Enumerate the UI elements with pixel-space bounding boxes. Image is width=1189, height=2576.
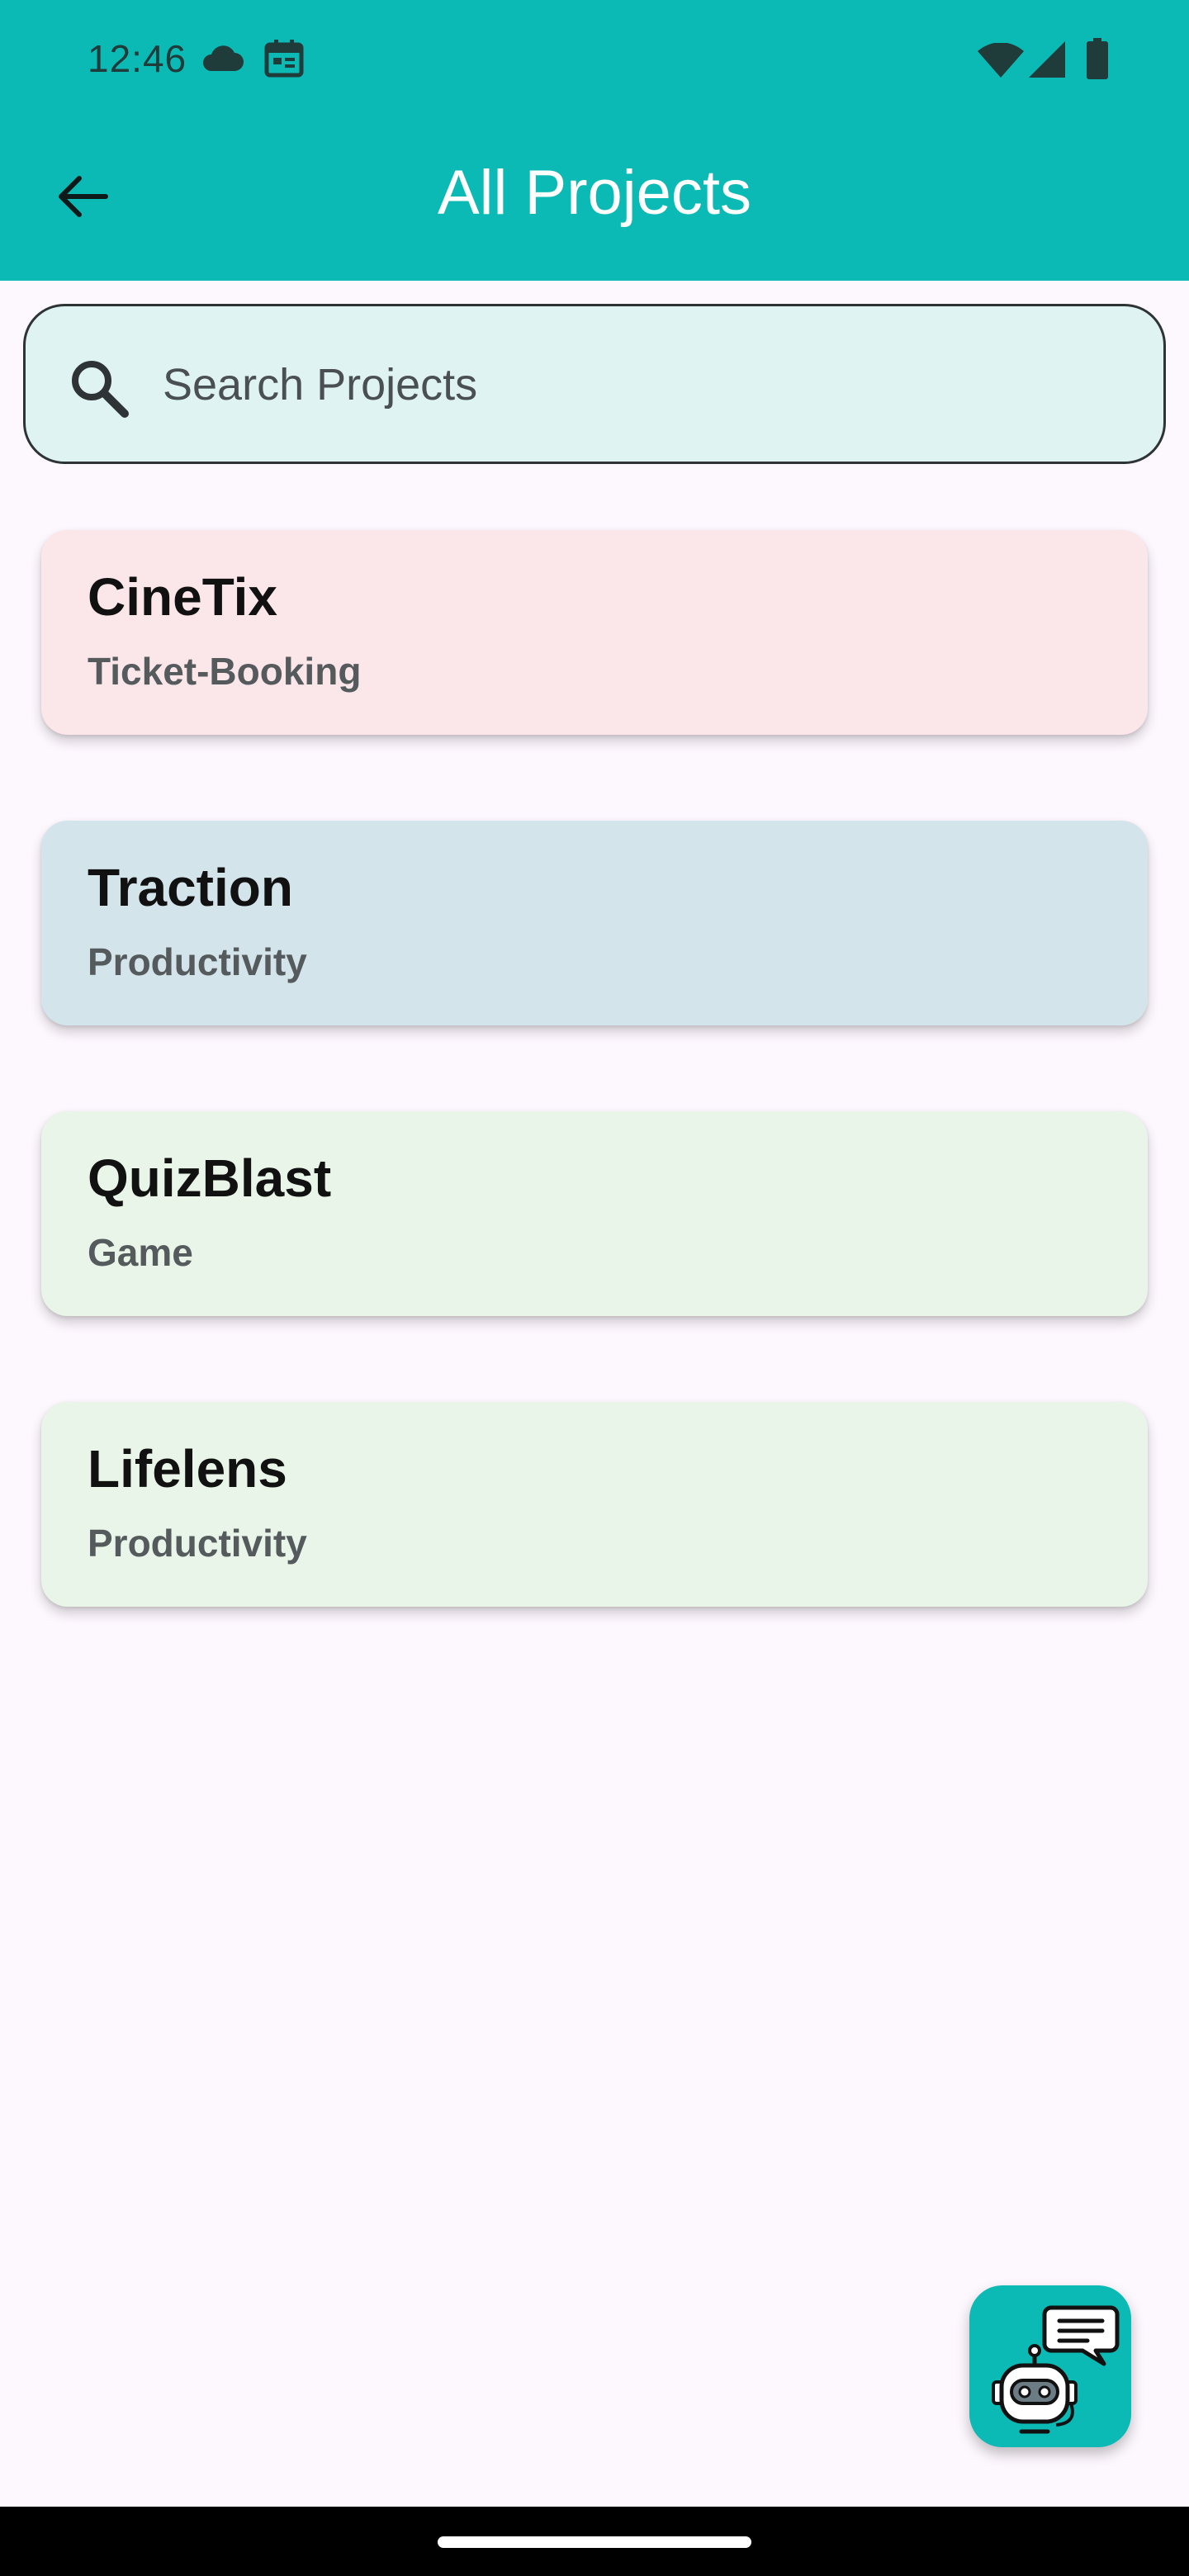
search-icon bbox=[67, 356, 133, 422]
chatbot-icon bbox=[980, 2294, 1120, 2439]
home-gesture-handle[interactable] bbox=[438, 2536, 751, 2548]
screen: 12:46 All Projects Search Projects CineT… bbox=[0, 0, 1189, 2576]
chatbot-fab[interactable] bbox=[969, 2285, 1131, 2447]
project-category: Ticket-Booking bbox=[88, 650, 362, 693]
calendar-icon bbox=[264, 40, 304, 82]
project-title: Traction bbox=[88, 858, 293, 917]
page-title: All Projects bbox=[437, 158, 752, 228]
search-bar[interactable] bbox=[23, 304, 1166, 464]
status-bar: 12:46 bbox=[0, 0, 1189, 116]
project-card[interactable]: QuizBlast Game bbox=[41, 1111, 1148, 1316]
project-card[interactable]: CineTix Ticket-Booking bbox=[41, 530, 1148, 735]
project-title: CineTix bbox=[88, 567, 277, 627]
project-category: Game bbox=[88, 1231, 193, 1274]
battery-icon bbox=[1087, 38, 1108, 83]
wifi-icon bbox=[978, 42, 1024, 82]
project-category: Productivity bbox=[88, 940, 307, 983]
project-category: Productivity bbox=[88, 1522, 307, 1565]
project-title: Lifelens bbox=[88, 1439, 287, 1499]
project-title: QuizBlast bbox=[88, 1148, 332, 1208]
cellular-signal-icon bbox=[1029, 41, 1065, 82]
search-input[interactable] bbox=[163, 338, 1112, 432]
top-app-bar: 12:46 All Projects bbox=[0, 0, 1189, 281]
status-time: 12:46 bbox=[88, 37, 187, 80]
project-card[interactable]: Lifelens Productivity bbox=[41, 1402, 1148, 1607]
system-navigation-bar bbox=[0, 2507, 1189, 2576]
project-card[interactable]: Traction Productivity bbox=[41, 821, 1148, 1025]
cloud-icon bbox=[200, 45, 244, 77]
